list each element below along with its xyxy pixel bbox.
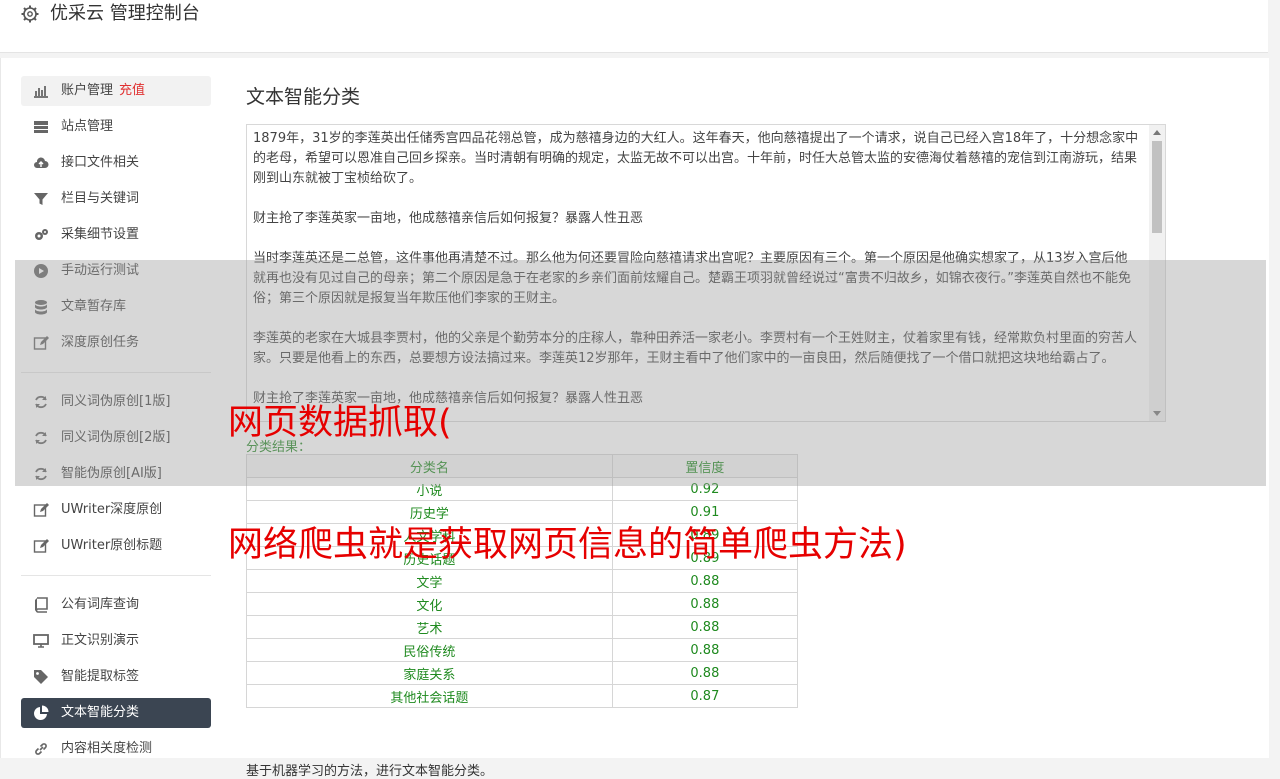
confidence-cell: 0.88 — [611, 638, 799, 662]
top-bar: 优采云 管理控制台 — [0, 0, 1268, 53]
confidence-cell: 0.88 — [611, 615, 799, 639]
confidence-cell: 0.88 — [611, 569, 799, 593]
page-title: 文本智能分类 — [246, 86, 361, 108]
confidence-cell: 0.91 — [611, 500, 799, 524]
cloud-upload-icon — [34, 157, 49, 168]
server-icon — [34, 121, 48, 133]
category-cell: 艺术 — [246, 615, 613, 639]
classification-table: 分类名 置信度 小说 0.92 历史学 0.91 人文学科 0.89 历史话题 0.89… — [246, 454, 799, 708]
sidebar-item-label: 站点管理 — [61, 119, 114, 134]
sidebar-item-label: 采集细节设置 — [61, 227, 140, 242]
table-row: 历史学 0.91 — [246, 500, 799, 524]
scroll-up-icon[interactable] — [1153, 130, 1161, 135]
sidebar-item-relevance-check[interactable]: 内容相关度检测 — [21, 734, 211, 764]
confidence-cell: 0.87 — [611, 684, 799, 708]
confidence-cell: 0.88 — [611, 661, 799, 685]
sidebar-item-columns-keywords[interactable]: 栏目与关键词 — [21, 184, 211, 214]
category-cell: 文学 — [246, 569, 613, 593]
sidebar-item-account[interactable]: 账户管理 充值 — [21, 76, 211, 106]
book-icon — [35, 597, 48, 613]
gears-icon — [35, 229, 48, 240]
footnote-text: 基于机器学习的方法，进行文本智能分类。 — [246, 764, 494, 779]
confidence-cell: 0.88 — [611, 592, 799, 616]
sidebar-item-label: 智能提取标签 — [61, 669, 140, 684]
sidebar-item-body-detect-demo[interactable]: 正文识别演示 — [21, 626, 211, 656]
sidebar-item-label: 栏目与关键词 — [61, 191, 140, 206]
sidebar-item-label: 内容相关度检测 — [61, 741, 153, 756]
sidebar-item-label: UWriter深度原创 — [61, 502, 163, 517]
table-row: 民俗传统 0.88 — [246, 638, 799, 662]
category-cell: 家庭关系 — [246, 661, 613, 685]
category-cell: 文化 — [246, 592, 613, 616]
sidebar-item-collect-settings[interactable]: 采集细节设置 — [21, 220, 211, 250]
text-paragraph: 财主抢了李莲英家一亩地，他成慈禧亲信后如何报复？暴露人性丑恶 — [253, 211, 644, 226]
sidebar-item-label: 正文识别演示 — [61, 633, 140, 648]
pie-chart-icon — [34, 705, 49, 720]
category-cell: 民俗传统 — [246, 638, 613, 662]
table-row: 文学 0.88 — [246, 569, 799, 593]
recharge-link[interactable]: 充值 — [119, 83, 145, 98]
sidebar-item-label: UWriter原创标题 — [61, 538, 163, 553]
link-icon — [35, 743, 47, 755]
table-row: 其他社会话题 0.87 — [246, 684, 799, 708]
table-row: 文化 0.88 — [246, 592, 799, 616]
scroll-thumb[interactable] — [1152, 141, 1162, 233]
sidebar-item-uwriter-title[interactable]: UWriter原创标题 — [21, 531, 211, 561]
table-row: 家庭关系 0.88 — [246, 661, 799, 685]
sidebar-divider — [21, 575, 211, 576]
sidebar-item-label: 公有词库查询 — [61, 597, 140, 612]
text-paragraph: 1879年，31岁的李莲英出任储秀宫四品花翎总管，成为慈禧身边的大红人。这年春天… — [253, 131, 1139, 186]
table-row: 艺术 0.88 — [246, 615, 799, 639]
sidebar-item-smart-tags[interactable]: 智能提取标签 — [21, 662, 211, 692]
main-content: 文本智能分类 1879年，31岁的李莲英出任储秀宫四品花翎总管，成为慈禧身边的大… — [246, 82, 1166, 779]
sidebar-item-label: 账户管理 — [61, 83, 114, 98]
monitor-icon — [33, 634, 49, 648]
sidebar-item-text-classify[interactable]: 文本智能分类 — [21, 698, 211, 728]
sidebar-item-label: 文本智能分类 — [61, 705, 140, 720]
sidebar-item-public-lexicon[interactable]: 公有词库查询 — [21, 590, 211, 620]
gear-icon — [21, 5, 39, 23]
overlay-title-line-1: 网页数据抓取( — [228, 403, 452, 443]
edit-icon — [33, 503, 49, 517]
bar-chart-icon — [34, 86, 48, 98]
sidebar-item-label: 接口文件相关 — [61, 155, 140, 170]
sidebar-item-interface-files[interactable]: 接口文件相关 — [21, 148, 211, 178]
tag-icon — [34, 670, 48, 684]
watermark-overlay — [15, 260, 1266, 486]
sidebar-item-sites[interactable]: 站点管理 — [21, 112, 211, 142]
category-cell: 其他社会话题 — [246, 684, 613, 708]
sidebar-item-uwriter-deep[interactable]: UWriter深度原创 — [21, 495, 211, 525]
app-title: 优采云 管理控制台 — [50, 3, 200, 24]
filter-icon — [34, 193, 48, 205]
overlay-title-line-2: 网络爬虫就是获取网页信息的简单爬虫方法) — [228, 525, 907, 565]
category-cell: 历史学 — [246, 500, 613, 524]
edit-icon — [33, 539, 49, 553]
